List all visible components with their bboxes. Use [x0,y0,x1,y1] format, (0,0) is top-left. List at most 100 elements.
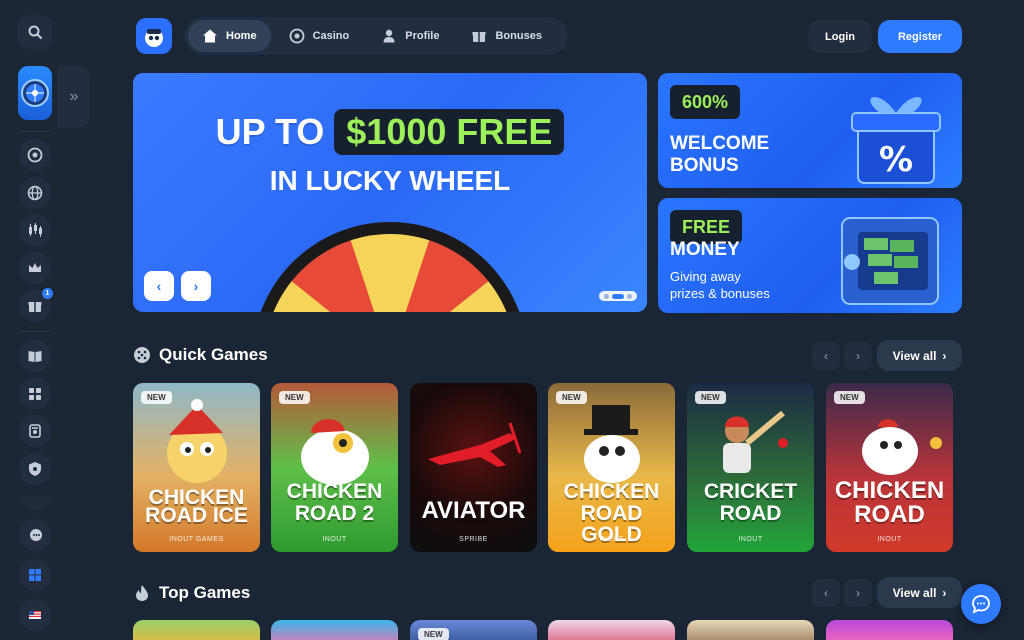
view-all-label: View all [892,348,937,363]
pagination-dot[interactable] [627,293,632,299]
game-title-line1: AVIATOR [421,497,526,524]
wheel-icon [21,79,49,107]
game-tile-cricket-road[interactable]: NEW CRICKET ROAD INOUT [687,383,814,552]
new-badge: NEW [834,391,865,404]
game-tile-chicken-road-gold[interactable]: NEW CHICKEN ROAD GOLD INOUT [548,383,675,552]
promo-free-money[interactable]: FREE MONEY Giving away prizes & bonuses [658,198,962,313]
sidebar-item-partial[interactable] [19,496,51,510]
game-title-line1: CHICKEN [834,477,945,504]
svg-text:%: % [879,140,913,180]
hero-subheadline: IN LUCKY WHEEL [269,165,511,196]
new-badge: NEW [418,628,449,640]
promo-subtitle-line2: prizes & bonuses [670,286,770,301]
game-tile-chicken-road[interactable]: NEW CHICKEN ROAD INOUT [826,383,953,552]
chevron-right-icon: › [856,349,860,363]
game-tile-aviator[interactable]: AVIATOR SPRIBE [410,383,537,552]
chevron-right-icon: › [193,278,199,294]
game-title-line2: ROAD [719,502,782,525]
search-icon [28,25,42,39]
top-game-tile[interactable] [687,620,814,640]
game-title-line2: ROAD ICE [145,504,248,527]
quick-games-next-button[interactable]: › [844,342,872,370]
sidebar-item-security[interactable] [19,453,51,485]
top-nav: Home Casino Profile Bonuses [184,17,568,55]
promo-subtitle-line1: Giving away [670,269,741,284]
top-game-tile[interactable] [271,620,398,640]
tab-label: Profile [405,30,440,42]
live-chat-button[interactable] [961,584,1001,624]
language-selector[interactable] [19,599,51,631]
sidebar: » 1 [0,0,90,640]
casino-chip-icon [27,147,43,163]
cricket-player-illustration [723,410,788,473]
top-game-tile[interactable] [548,620,675,640]
chicken-illustration [301,419,369,485]
chevron-right-icon: › [942,348,947,363]
game-provider: INOUT [738,536,763,543]
hero-highlight: $1000 FREE [334,109,565,155]
quick-games-view-all-button[interactable]: View all › [877,340,962,371]
tab-profile[interactable]: Profile [367,20,453,52]
chat-bubbles-icon [30,529,42,541]
tab-bonuses[interactable]: Bonuses [457,20,555,52]
sidebar-item-blog[interactable] [19,340,51,372]
promo-title-line2: BONUS [670,155,739,176]
top-games-next-button[interactable]: › [844,579,872,607]
site-logo[interactable] [136,18,172,54]
puzzle-icon [29,388,41,400]
top-games-prev-button[interactable]: ‹ [812,579,840,607]
top-games-view-all-button[interactable]: View all › [877,577,962,608]
hero-prefix: UP TO [215,111,325,152]
hero-next-button[interactable]: › [181,271,211,301]
sidebar-expand-button[interactable]: » [58,66,90,128]
sidebar-divider [20,331,50,332]
chevron-left-icon: ‹ [824,586,828,600]
game-tile-chicken-road-2[interactable]: NEW CHICKEN ROAD 2 INOUT [271,383,398,552]
gift-box-illustration: % [851,97,941,184]
hero-prev-button[interactable]: ‹ [144,271,174,301]
sidebar-item-vip[interactable] [19,252,51,284]
sidebar-item-bonuses[interactable]: 1 [19,288,53,322]
home-icon [203,29,217,43]
crown-icon [29,263,41,272]
game-provider: INOUT GAMES [169,536,224,543]
promo-welcome-bonus[interactable]: % 600% WELCOME BONUS [658,73,962,188]
notification-badge: 1 [42,288,53,299]
tab-home[interactable]: Home [188,20,271,52]
game-tile-chicken-road-ice[interactable]: NEW CHICKEN ROAD ICE INOUT GAMES [133,383,260,552]
login-button[interactable]: Login [808,20,872,53]
new-badge: NEW [556,391,587,404]
user-icon [383,29,395,43]
game-title-line1: CRICKET [703,480,798,503]
game-title-line2: ROAD [854,501,925,528]
top-game-tile[interactable] [133,620,260,640]
sidebar-item-partners[interactable] [19,378,51,410]
candlestick-chart-icon [29,223,42,237]
lucky-wheel-button[interactable] [18,66,52,120]
quick-games-prev-button[interactable]: ‹ [812,342,840,370]
register-button[interactable]: Register [878,20,962,53]
tab-casino[interactable]: Casino [275,20,364,52]
promo-title: MONEY [670,239,740,260]
sidebar-item-sports[interactable] [19,177,51,209]
flame-icon [136,585,148,601]
game-title-line1: CHICKEN [286,480,383,503]
sidebar-item-casino[interactable] [19,139,51,171]
pagination-dot[interactable] [604,293,609,299]
search-button[interactable] [18,15,52,49]
top-game-tile[interactable] [826,620,953,640]
top-game-tile[interactable]: NEW [410,620,537,640]
promo-title-line1: WELCOME [670,133,770,154]
sidebar-item-support[interactable] [19,415,51,447]
hero-pagination[interactable] [599,291,637,301]
sidebar-item-windows-app[interactable] [19,559,51,591]
logo-mascot-icon [145,29,163,47]
new-badge: NEW [141,391,172,404]
section-title-label: Quick Games [159,345,268,364]
game-title-line2: ROAD 2 [294,502,375,525]
sidebar-item-community[interactable] [19,519,51,551]
hero-headline: UP TO $1000 FREE [133,109,647,155]
sidebar-item-trading[interactable] [19,214,51,246]
pagination-dot-active[interactable] [612,293,624,299]
game-provider: INOUT [877,536,902,543]
